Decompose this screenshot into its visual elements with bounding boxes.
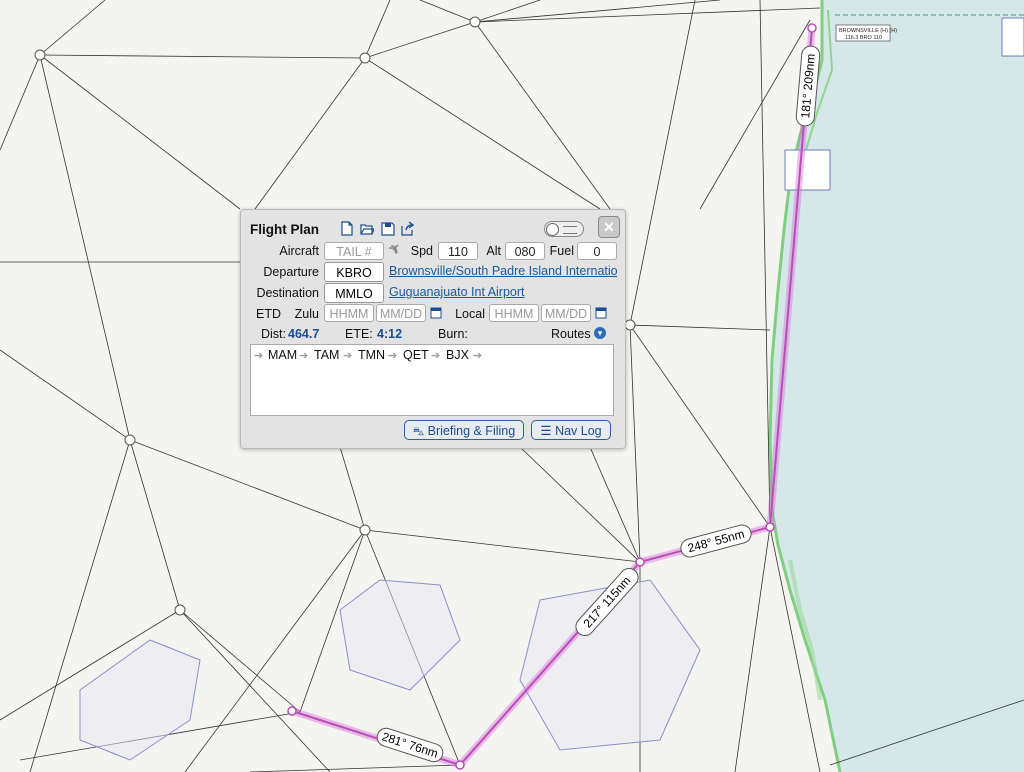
- car-icon: ⛍: [412, 426, 425, 438]
- arrow-right-icon: ➔: [431, 350, 441, 362]
- aircraft-label: Aircraft: [279, 244, 319, 258]
- fuel-label: Fuel: [549, 244, 574, 258]
- speed-input[interactable]: 110: [438, 242, 478, 260]
- local-date-input[interactable]: MM/DD: [541, 304, 591, 322]
- list-icon: ☰: [540, 424, 552, 438]
- ete-label: ETE:: [345, 327, 373, 341]
- departure-label: Departure: [263, 265, 319, 279]
- route-waypoint-label[interactable]: QET: [403, 348, 429, 362]
- speed-label: Spd: [410, 244, 433, 258]
- route-waypoint-label[interactable]: TMN: [358, 348, 385, 362]
- route-waypoint: [807, 23, 817, 33]
- route-waypoint: [455, 760, 465, 770]
- route-text-area[interactable]: ➔ MAM ➔ TAM ➔ TMN ➔ QET ➔ BJX ➔: [250, 344, 614, 416]
- zulu-date-input[interactable]: MM/DD: [376, 304, 426, 322]
- distance-value: 464.7: [288, 327, 320, 341]
- close-button[interactable]: ✕: [598, 216, 620, 238]
- save-icon[interactable]: [381, 221, 395, 236]
- station-freq: 116.3 BRO 110: [845, 35, 882, 41]
- altitude-label: Alt: [486, 244, 501, 258]
- station-name: BROWNSVILLE (H) (H): [839, 28, 897, 34]
- panel-title: Flight Plan: [250, 222, 319, 237]
- calendar-icon[interactable]: [595, 306, 607, 319]
- zulu-time-input[interactable]: HHMM: [324, 304, 374, 322]
- route-waypoint-label[interactable]: TAM: [314, 348, 339, 362]
- route-waypoint: [287, 706, 297, 716]
- arrow-right-icon: ➔: [473, 350, 483, 362]
- route-waypoint: [765, 522, 775, 532]
- zulu-label: Zulu: [294, 307, 319, 321]
- panel-toggle-switch[interactable]: [544, 221, 584, 237]
- local-time-input[interactable]: HHMM: [489, 304, 539, 322]
- routes-link[interactable]: Routes: [551, 327, 591, 341]
- ete-value: 4:12: [377, 327, 403, 341]
- nav-log-label: Nav Log: [555, 424, 602, 438]
- destination-label: Destination: [256, 286, 319, 300]
- route-waypoint: [635, 557, 645, 567]
- arrow-right-icon: ➔: [343, 350, 353, 362]
- route-waypoint-label[interactable]: BJX: [446, 348, 469, 362]
- arrow-right-icon: ➔: [388, 350, 398, 362]
- arrow-right-icon: ➔: [254, 350, 264, 362]
- destination-code-input[interactable]: MMLO: [324, 283, 384, 303]
- tail-number-input[interactable]: TAIL #: [324, 242, 384, 260]
- distance-label: Dist:: [261, 327, 286, 341]
- altitude-input[interactable]: 080: [505, 242, 545, 260]
- share-icon[interactable]: [401, 221, 415, 236]
- destination-airport-link[interactable]: Guguanajuato Int Airport: [389, 285, 617, 299]
- nav-log-button[interactable]: ☰ Nav Log: [531, 420, 611, 440]
- calendar-icon[interactable]: [430, 306, 442, 319]
- airplane-icon[interactable]: [387, 244, 399, 256]
- fuel-input[interactable]: 0: [577, 242, 617, 260]
- open-folder-icon[interactable]: [360, 221, 374, 236]
- briefing-filing-label: Briefing & Filing: [427, 424, 516, 438]
- chevron-down-icon[interactable]: ▾: [594, 327, 606, 339]
- local-label: Local: [455, 307, 485, 321]
- departure-code-input[interactable]: KBRO: [324, 262, 384, 282]
- departure-airport-link[interactable]: Brownsville/South Padre Island Internati…: [389, 264, 617, 278]
- flight-plan-panel: Flight Plan ✕ Aircraft TAIL # Spd 110 Al…: [240, 209, 626, 449]
- etd-label: ETD: [256, 307, 281, 321]
- burn-label: Burn:: [438, 327, 468, 341]
- new-document-icon[interactable]: [340, 221, 354, 236]
- briefing-filing-button[interactable]: ⛍ Briefing & Filing: [404, 420, 524, 440]
- route-waypoint-label[interactable]: MAM: [268, 348, 297, 362]
- arrow-right-icon: ➔: [299, 350, 309, 362]
